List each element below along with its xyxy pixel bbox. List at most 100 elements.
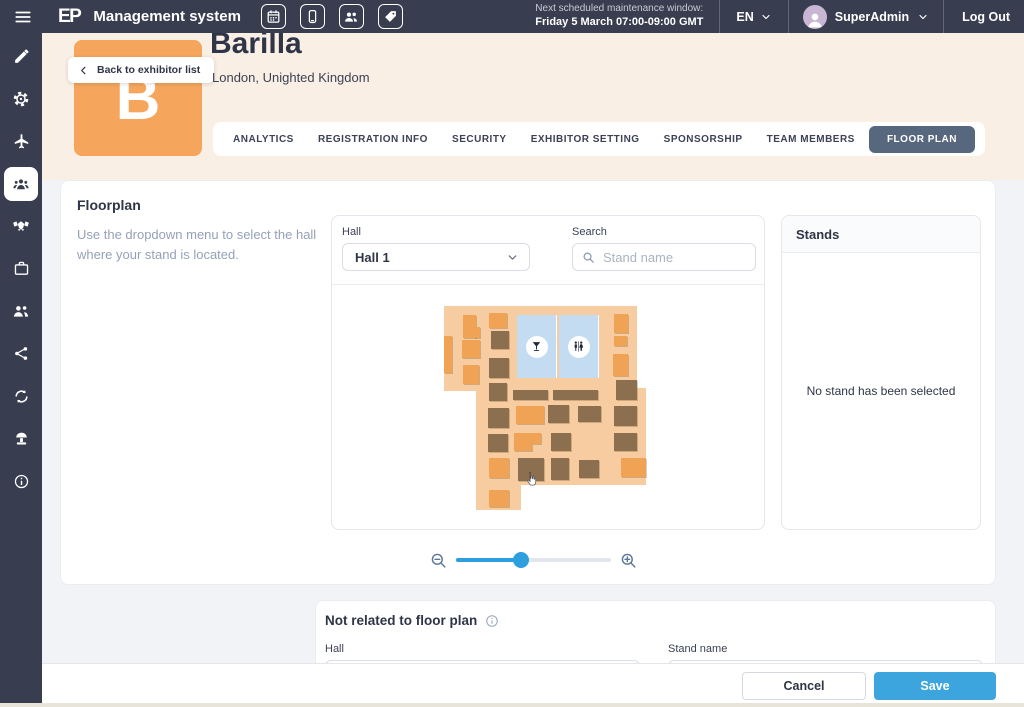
tab-registration-info[interactable]: REGISTRATION INFO <box>308 126 438 153</box>
cancel-button[interactable]: Cancel <box>742 672 866 700</box>
sidebar-item-stands[interactable] <box>0 418 42 461</box>
app-logo: EP <box>58 6 80 28</box>
map-stand[interactable] <box>474 327 480 338</box>
restroom-icon <box>568 336 590 358</box>
map-stand[interactable] <box>518 458 544 481</box>
floorplan-map-card: Hall Hall 1 Search <box>331 215 765 530</box>
sidebar-item-team[interactable] <box>0 290 42 333</box>
nr-hall-label: Hall <box>325 643 640 655</box>
map-stand[interactable] <box>489 313 507 328</box>
hall-label: Hall <box>342 226 530 238</box>
sidebar-item-info[interactable] <box>0 460 42 503</box>
share-network-icon <box>4 337 38 371</box>
map-stand[interactable] <box>489 358 509 378</box>
map-stand[interactable] <box>578 406 601 422</box>
stands-empty-message: No stand has been selected <box>782 253 980 529</box>
map-stand[interactable] <box>513 390 548 400</box>
sidebar-item-settings[interactable] <box>0 78 42 121</box>
zoom-out-icon[interactable] <box>429 551 448 575</box>
app-title: Management system <box>93 8 241 25</box>
calendar-icon[interactable] <box>261 4 286 29</box>
map-stand[interactable] <box>489 383 507 401</box>
zoom-slider-track[interactable] <box>456 558 611 562</box>
info-icon[interactable] <box>485 614 499 628</box>
sync-refresh-icon <box>4 379 38 413</box>
map-stand[interactable] <box>613 354 628 376</box>
flights-plane-icon <box>4 124 38 158</box>
back-to-exhibitor-list-button[interactable]: Back to exhibitor list <box>68 57 214 83</box>
sidebar-item-services[interactable] <box>0 248 42 291</box>
tag-icon[interactable] <box>378 4 403 29</box>
sidebar-item-sync[interactable] <box>0 375 42 418</box>
floorplan-viewport[interactable] <box>332 285 764 529</box>
action-footer: Cancel Save <box>42 663 1024 703</box>
team-people-icon <box>4 294 38 328</box>
sidebar-item-edit[interactable] <box>0 35 42 78</box>
map-stand[interactable] <box>462 340 480 358</box>
tab-exhibitor-setting[interactable]: EXHIBITOR SETTING <box>521 126 650 153</box>
map-stand[interactable] <box>579 460 599 478</box>
sidebar-item-exhibitors[interactable] <box>0 163 42 206</box>
cocktail-icon <box>526 336 548 358</box>
floorplan-hint: Use the dropdown menu to select the hall… <box>77 225 325 265</box>
tab-floor-plan[interactable]: FLOOR PLAN <box>869 126 975 153</box>
zoom-in-icon[interactable] <box>619 551 638 575</box>
map-room-restroom[interactable] <box>559 315 599 378</box>
map-stand[interactable] <box>489 490 509 507</box>
stand-search-input[interactable] <box>603 250 747 265</box>
map-stand[interactable] <box>553 390 598 400</box>
top-bar: EP Management system Ne <box>0 0 1024 33</box>
save-button[interactable]: Save <box>874 672 996 700</box>
map-stand[interactable] <box>548 405 569 423</box>
map-stand[interactable] <box>444 336 452 373</box>
map-stand[interactable] <box>488 434 508 452</box>
mobile-device-icon[interactable] <box>300 4 325 29</box>
sidebar-item-share[interactable] <box>0 333 42 376</box>
map-stand[interactable] <box>489 458 509 478</box>
hamburger-menu-icon[interactable] <box>12 6 34 28</box>
main-page: B Back to exhibitor list Barilla London,… <box>42 33 1024 703</box>
tab-analytics[interactable]: ANALYTICS <box>223 126 304 153</box>
map-stand[interactable] <box>551 458 569 480</box>
stands-panel: Stands No stand has been selected <box>781 215 981 530</box>
sidebar-item-flights[interactable] <box>0 120 42 163</box>
user-name: SuperAdmin <box>835 10 909 24</box>
exhibitor-tabs: ANALYTICSREGISTRATION INFOSECURITYEXHIBI… <box>213 122 985 156</box>
map-stand[interactable] <box>491 331 509 349</box>
user-menu[interactable]: SuperAdmin <box>789 5 943 29</box>
floorplan-section: Floorplan Use the dropdown menu to selec… <box>60 180 996 585</box>
map-stand[interactable] <box>614 406 637 426</box>
language-selector[interactable]: EN <box>720 10 787 24</box>
map-stand[interactable] <box>516 406 544 424</box>
logout-button[interactable]: Log Out <box>944 10 1010 24</box>
map-stand[interactable] <box>463 365 479 384</box>
exhibitor-location: London, Unighted Kingdom <box>212 70 370 85</box>
map-stand[interactable] <box>614 433 637 451</box>
info-circle-icon <box>4 464 38 498</box>
edit-pencil-icon <box>4 39 38 73</box>
chevron-left-icon <box>78 65 89 76</box>
exhibitors-people-icon <box>4 167 38 201</box>
tab-team-members[interactable]: TEAM MEMBERS <box>757 126 865 153</box>
sidebar-item-partners[interactable] <box>0 205 42 248</box>
zoom-slider-thumb[interactable] <box>513 552 529 568</box>
map-stand[interactable] <box>621 458 646 477</box>
map-stand[interactable] <box>551 433 571 451</box>
map-stand[interactable] <box>614 314 628 333</box>
chevron-down-icon <box>917 11 929 23</box>
floorplan-title: Floorplan <box>77 197 141 213</box>
map-stand[interactable] <box>532 433 541 444</box>
map-room-cocktail[interactable] <box>517 315 557 378</box>
map-stand[interactable] <box>514 433 532 451</box>
tab-security[interactable]: SECURITY <box>442 126 517 153</box>
floorplan-map <box>441 303 656 513</box>
map-stand[interactable] <box>614 336 627 346</box>
hall-dropdown[interactable]: Hall 1 <box>342 243 530 271</box>
tab-sponsorship[interactable]: SPONSORSHIP <box>654 126 753 153</box>
map-stand[interactable] <box>488 408 509 428</box>
search-label: Search <box>572 226 756 238</box>
attendees-icon[interactable] <box>339 4 364 29</box>
user-avatar <box>803 5 827 29</box>
chevron-down-icon <box>506 251 519 264</box>
map-stand[interactable] <box>616 380 637 400</box>
